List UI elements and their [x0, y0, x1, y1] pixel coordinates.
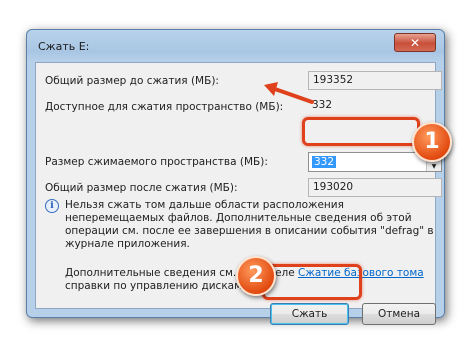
button-highlight	[262, 264, 362, 300]
shrink-button-label: Сжать	[291, 308, 328, 320]
cancel-button-label: Отмена	[377, 308, 421, 320]
title-bar[interactable]: Сжать E: ✕	[27, 30, 444, 62]
spin-down-icon[interactable]: ▼	[427, 162, 441, 171]
info-text: Нельзя сжать том дальше области располож…	[65, 199, 434, 250]
available-value: 332	[312, 99, 333, 111]
total-after-value: 193020	[313, 181, 354, 193]
cancel-button[interactable]: Отмена	[362, 303, 436, 325]
more-info-suffix: справки по управлению дисками.	[65, 280, 253, 292]
info-icon: i	[45, 199, 59, 213]
shrink-amount-label: Размер сжимаемого пространства (МБ):	[45, 156, 268, 168]
close-button[interactable]: ✕	[394, 33, 436, 52]
total-before-field: 193352	[308, 71, 442, 90]
step-badge-2: 2	[236, 256, 276, 296]
total-before-value: 193352	[313, 74, 354, 86]
close-icon: ✕	[409, 35, 421, 50]
input-highlight	[302, 117, 420, 146]
total-before-label: Общий размер до сжатия (МБ):	[45, 75, 219, 87]
pointer-arrow-icon	[264, 82, 314, 104]
step-badge-1: 1	[412, 122, 452, 162]
shrink-button[interactable]: Сжать	[270, 303, 349, 325]
shrink-amount-value[interactable]: 332	[312, 156, 337, 168]
total-after-field: 193020	[308, 178, 442, 197]
available-label: Доступное для сжатия пространство (МБ):	[45, 101, 284, 113]
dialog-title: Сжать E:	[38, 40, 90, 53]
total-after-label: Общий размер после сжатия (МБ):	[45, 182, 238, 194]
